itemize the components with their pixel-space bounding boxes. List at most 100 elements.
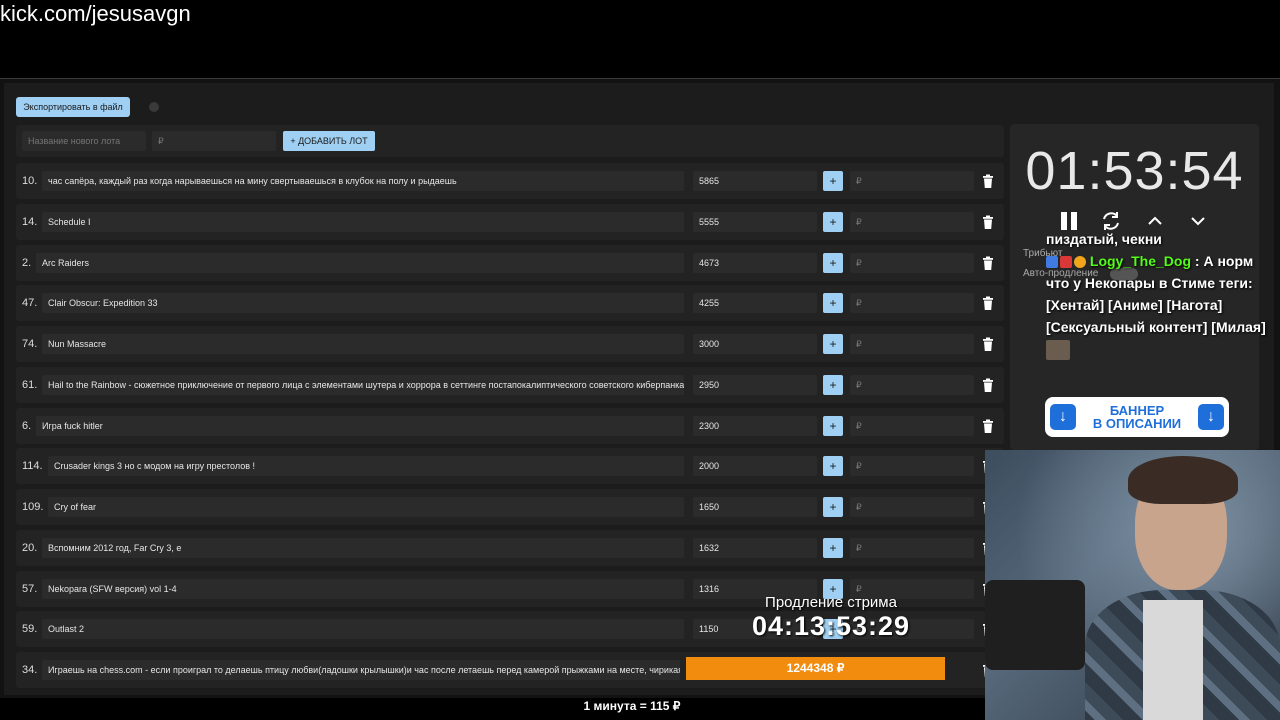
timer-display: 01:53:54 xyxy=(1025,141,1244,201)
lot-row: 20. Вспомним 2012 год, Far Cry 3, е 1632 + ₽ xyxy=(16,529,1004,566)
lot-title-field[interactable]: Cry of fear xyxy=(48,497,684,517)
add-amount-button[interactable]: + xyxy=(823,497,843,517)
download-arrow-icon: ↓ xyxy=(1050,404,1076,430)
banner-text: БАННЕР В ОПИСАНИИ xyxy=(1093,404,1181,430)
lot-number: 47. xyxy=(22,297,38,310)
add-amount-button[interactable]: + xyxy=(823,334,843,354)
new-lot-price-input[interactable] xyxy=(152,131,276,151)
lot-row: 6. Игра fuck hitler 2300 + ₽ xyxy=(16,407,1004,444)
rate-value: 1 минута = 115 ₽ xyxy=(583,699,681,713)
lot-amount-field[interactable]: 3000 xyxy=(693,334,817,354)
lot-row: 2. Arc Raiders 4673 + ₽ xyxy=(16,244,1004,281)
add-lot-button[interactable]: + ДОБАВИТЬ ЛОТ xyxy=(283,131,375,151)
trash-icon[interactable] xyxy=(980,377,996,393)
add-amount-input[interactable]: ₽ xyxy=(850,293,974,314)
lot-row: 14. Schedule I 5555 + ₽ xyxy=(16,203,1004,240)
extension-title: Продление стрима xyxy=(765,594,897,611)
download-arrow-icon: ↓ xyxy=(1197,404,1224,430)
chat-separator: : xyxy=(1191,253,1204,269)
extension-time: 04:13:53:29 xyxy=(751,611,911,641)
lot-number: 14. xyxy=(22,215,38,228)
export-button[interactable]: Экспортировать в файл xyxy=(16,97,130,117)
trash-icon[interactable] xyxy=(980,418,996,434)
banner-line2: В ОПИСАНИИ xyxy=(1092,416,1182,431)
lot-amount-field[interactable]: 2950 xyxy=(693,374,817,395)
add-amount-input[interactable]: ₽ xyxy=(850,171,974,191)
lot-title-field[interactable]: Outlast 2 xyxy=(42,619,684,640)
status-dot xyxy=(149,102,159,112)
add-amount-button[interactable]: + xyxy=(823,456,843,477)
add-amount-input[interactable]: ₽ xyxy=(850,211,974,232)
lot-amount-field[interactable]: 1632 xyxy=(693,537,817,558)
lot-row: 109. Cry of fear 1650 + ₽ xyxy=(16,489,1004,525)
add-amount-input[interactable]: ₽ xyxy=(850,334,974,354)
add-amount-button[interactable]: + xyxy=(823,415,843,436)
webcam-person-hair xyxy=(1128,456,1238,504)
lot-amount-field[interactable]: 4255 xyxy=(693,293,817,314)
lot-title-field[interactable]: Arc Raiders xyxy=(36,252,684,273)
add-amount-input[interactable]: ₽ xyxy=(850,497,974,517)
trash-icon[interactable] xyxy=(980,173,996,189)
add-amount-button[interactable]: + xyxy=(823,374,843,395)
add-amount-input[interactable]: ₽ xyxy=(850,415,974,436)
lot-title-field[interactable]: Hail to the Rainbow - сюжетное приключен… xyxy=(42,374,684,395)
add-amount-button[interactable]: + xyxy=(823,211,843,232)
new-lot-name-input[interactable] xyxy=(22,131,146,151)
lot-number: 109. xyxy=(22,501,44,513)
add-amount-input[interactable]: ₽ xyxy=(850,252,974,273)
lot-title-field[interactable]: Вспомним 2012 год, Far Cry 3, е xyxy=(42,537,684,558)
lot-amount-field[interactable]: 2000 xyxy=(693,456,817,477)
lot-row: 47. Clair Obscur: Expedition 33 4255 + ₽ xyxy=(16,285,1004,322)
add-amount-input[interactable]: ₽ xyxy=(850,456,974,477)
stream-extension: Продление стрима 04:13:53:29 xyxy=(741,594,921,642)
webcam-feed xyxy=(985,450,1280,720)
lot-number: 34. xyxy=(22,664,38,676)
stream-url: kick.com/jesusavgn xyxy=(0,1,191,26)
lot-row: 74. Nun Massacre 3000 + ₽ xyxy=(16,326,1004,362)
lot-amount-field[interactable]: 5555 xyxy=(693,211,817,232)
lot-number: 114. xyxy=(22,460,43,473)
lot-title-field[interactable]: Nekopara (SFW версия) vol 1-4 xyxy=(42,578,684,599)
trash-icon[interactable] xyxy=(980,255,996,271)
lot-number: 2. xyxy=(22,256,32,269)
badge-icon xyxy=(1046,256,1058,269)
badge-icon xyxy=(1060,256,1072,269)
chat-badges xyxy=(1046,256,1086,269)
banner: ↓ БАННЕР В ОПИСАНИИ ↓ xyxy=(1045,397,1229,437)
lot-number: 20. xyxy=(22,541,38,554)
lot-row: 114. Crusader kings 3 но с модом на игру … xyxy=(16,448,1004,485)
lot-number: 6. xyxy=(22,419,32,432)
trash-icon[interactable] xyxy=(980,295,996,311)
emote-image xyxy=(1046,340,1070,360)
lot-amount-field[interactable]: 2300 xyxy=(693,415,817,436)
trash-icon[interactable] xyxy=(980,336,996,352)
lot-row: 34. Играешь на chess.com - если проиграл … xyxy=(16,652,1004,688)
lot-title-field[interactable]: Clair Obscur: Expedition 33 xyxy=(42,293,684,314)
trash-icon[interactable] xyxy=(980,214,996,230)
lot-number: 61. xyxy=(22,378,38,391)
total-amount: 1244348 ₽ xyxy=(686,657,945,680)
chat-username: Logy_The_Dog xyxy=(1089,253,1192,269)
webcam-microphone xyxy=(985,580,1085,670)
lot-row: 10. час сапёра, каждый раз когда нарываеш… xyxy=(16,163,1004,199)
lot-title-field[interactable]: Crusader kings 3 но с модом на игру прес… xyxy=(48,456,684,477)
add-amount-button[interactable]: + xyxy=(823,537,843,558)
lot-amount-field[interactable]: 1650 xyxy=(693,497,817,517)
add-amount-input[interactable]: ₽ xyxy=(850,374,974,395)
lot-amount-field[interactable]: 5865 xyxy=(693,171,817,191)
lot-title-field[interactable]: Schedule I xyxy=(42,211,684,232)
lot-number: 57. xyxy=(22,582,38,595)
add-amount-button[interactable]: + xyxy=(823,293,843,314)
lot-title-field[interactable]: Nun Massacre xyxy=(42,334,684,354)
add-amount-button[interactable]: + xyxy=(823,171,843,191)
lot-number: 59. xyxy=(22,623,38,636)
add-amount-button[interactable]: + xyxy=(823,252,843,273)
chat-line: пиздатый, чекни xyxy=(1046,231,1162,247)
lot-number: 10. xyxy=(22,175,38,187)
add-amount-input[interactable]: ₽ xyxy=(850,537,974,558)
lot-title-field[interactable]: час сапёра, каждый раз когда нарываешься… xyxy=(42,171,684,191)
lot-title-field[interactable]: Игра fuck hitler xyxy=(36,415,684,436)
lot-number: 74. xyxy=(22,338,38,350)
lot-title-field[interactable]: Играешь на chess.com - если проиграл то … xyxy=(42,660,680,680)
lot-amount-field[interactable]: 4673 xyxy=(693,252,817,273)
